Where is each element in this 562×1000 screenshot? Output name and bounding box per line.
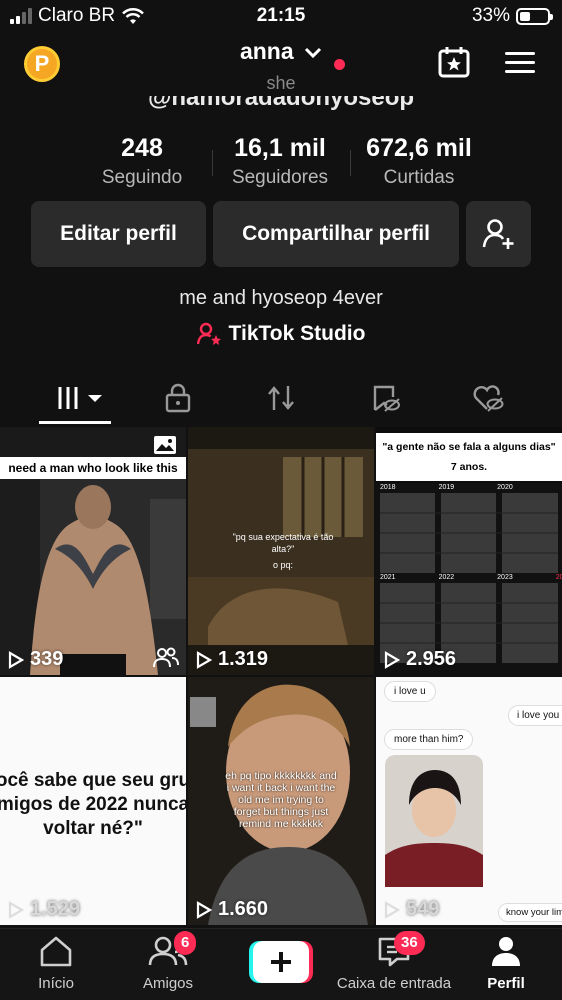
video-caption: "pq sua expectativa é tão alta?" [232, 532, 334, 554]
video-tile[interactable]: need a man who look like this 339 [0, 427, 186, 675]
view-count-value: 1.319 [218, 648, 269, 670]
video-thumbnail [0, 479, 186, 675]
view-count: 2.956 [384, 648, 456, 671]
play-icon [8, 900, 24, 919]
profile-stats: 248 Seguindo 16,1 mil Seguidores 672,6 m… [0, 134, 562, 194]
share-profile-button[interactable]: Compartilhar perfil [213, 201, 459, 267]
view-count: 549 [384, 898, 439, 921]
chat-bubble: i love you to [508, 705, 562, 726]
bookmark-hidden-icon [373, 385, 400, 412]
calendar-year-labels: 2021202220232024 [380, 574, 562, 581]
tab-favorites[interactable] [355, 378, 415, 418]
add-user-icon [482, 219, 513, 249]
nav-home[interactable]: Início [20, 935, 92, 992]
heart-hidden-icon [473, 385, 504, 412]
profile-icon [492, 937, 520, 966]
video-caption: "a gente não se fala a alguns dias" [382, 441, 556, 453]
video-tile[interactable]: ocê sabe que seu gru migos de 2022 nunca… [0, 677, 186, 925]
photo-icon [154, 436, 176, 454]
nav-profile[interactable]: Perfil [474, 935, 538, 992]
battery-icon [516, 7, 553, 25]
calendar-star-icon[interactable] [438, 46, 470, 78]
studio-icon [196, 322, 221, 345]
friends-badge: 6 [174, 931, 197, 955]
stat-following[interactable]: 248 Seguindo [87, 134, 197, 189]
create-button[interactable] [249, 941, 313, 983]
video-tile[interactable]: "pq sua expectativa é tão alta?" o pq: 1… [188, 427, 374, 675]
edit-profile-button[interactable]: Editar perfil [31, 201, 206, 267]
nav-inbox-label: Caixa de entrada [336, 975, 452, 992]
chevron-down-icon [304, 47, 322, 59]
stat-value: 16,1 mil [234, 134, 326, 162]
battery-percent: 33% [471, 5, 510, 26]
view-count-value: 2.956 [406, 648, 457, 670]
add-friend-button[interactable] [466, 201, 531, 267]
view-count-value: 339 [30, 648, 64, 670]
studio-label: TikTok Studio [228, 322, 366, 345]
username: anna [239, 38, 294, 64]
view-count: 1.319 [196, 648, 268, 671]
content-tabs [0, 372, 562, 426]
chat-bubble: know your limi [498, 903, 562, 922]
account-switcher[interactable]: anna [0, 38, 562, 65]
video-caption: ocê sabe que seu gru migos de 2022 nunca… [0, 770, 186, 839]
chat-bubble: i love u [384, 681, 436, 702]
view-count-value: 1.660 [218, 898, 269, 920]
video-tile[interactable]: "a gente não se fala a alguns dias" 7 an… [376, 427, 562, 675]
play-icon [196, 650, 212, 669]
video-tile[interactable]: i love u i love you to more than him? kn… [376, 677, 562, 925]
menu-icon[interactable] [505, 52, 535, 74]
stat-followers[interactable]: 16,1 mil Seguidores [220, 134, 340, 189]
notification-dot [334, 59, 345, 70]
tab-reposts[interactable] [251, 378, 311, 418]
repost-icon [268, 386, 294, 410]
view-count-value: 549 [406, 898, 440, 920]
lock-icon [165, 383, 191, 413]
tab-videos[interactable] [46, 378, 106, 418]
photo-thumbnail [385, 755, 483, 887]
tiktok-studio-link[interactable]: TikTok Studio [0, 322, 562, 346]
play-icon [384, 900, 400, 919]
video-caption-2: 7 anos. [450, 461, 488, 473]
view-count: 339 [8, 648, 63, 671]
calendar-year-labels: 2018 2019 2020 [380, 484, 513, 491]
view-count: 1.529 [8, 898, 80, 921]
inbox-badge: 36 [394, 931, 425, 955]
video-caption-2: o pq: [272, 560, 294, 570]
video-grid: need a man who look like this 339 "pq su… [0, 427, 562, 927]
nav-profile-label: Perfil [487, 975, 525, 992]
nav-home-label: Início [38, 975, 74, 992]
profile-header: P anna she [0, 32, 562, 96]
view-count-value: 1.529 [30, 898, 81, 920]
chat-bubble: more than him? [384, 729, 474, 750]
tab-private[interactable] [148, 378, 208, 418]
status-bar: Claro BR 21:15 33% [0, 0, 562, 32]
view-count: 1.660 [196, 898, 268, 921]
play-icon [196, 900, 212, 919]
tab-liked[interactable] [458, 378, 518, 418]
video-tile[interactable]: eh pq tipo kkkkkkkk and i want it back i… [188, 677, 374, 925]
stat-likes[interactable]: 672,6 mil Curtidas [356, 134, 482, 189]
play-icon [384, 650, 400, 669]
stat-value: 672,6 mil [366, 134, 472, 162]
video-caption: eh pq tipo kkkkkkkk and i want it back i… [225, 770, 337, 830]
pronoun: she [266, 73, 296, 93]
bottom-nav: Início Amigos 6 Caixa de entrada 36 Perf… [0, 928, 562, 1000]
collab-icon [153, 647, 179, 668]
stat-label: Seguidores [231, 167, 329, 188]
stat-label: Curtidas [383, 167, 455, 188]
stat-label: Seguindo [101, 167, 183, 188]
grid-icon [58, 387, 102, 409]
home-icon [40, 936, 72, 967]
profile-bio: me and hyoseop 4ever [179, 287, 383, 309]
tab-active-indicator [39, 421, 111, 424]
play-icon [8, 650, 24, 669]
nav-friends-label: Amigos [142, 975, 194, 992]
video-caption: need a man who look like this [0, 457, 186, 479]
stat-value: 248 [121, 134, 163, 162]
